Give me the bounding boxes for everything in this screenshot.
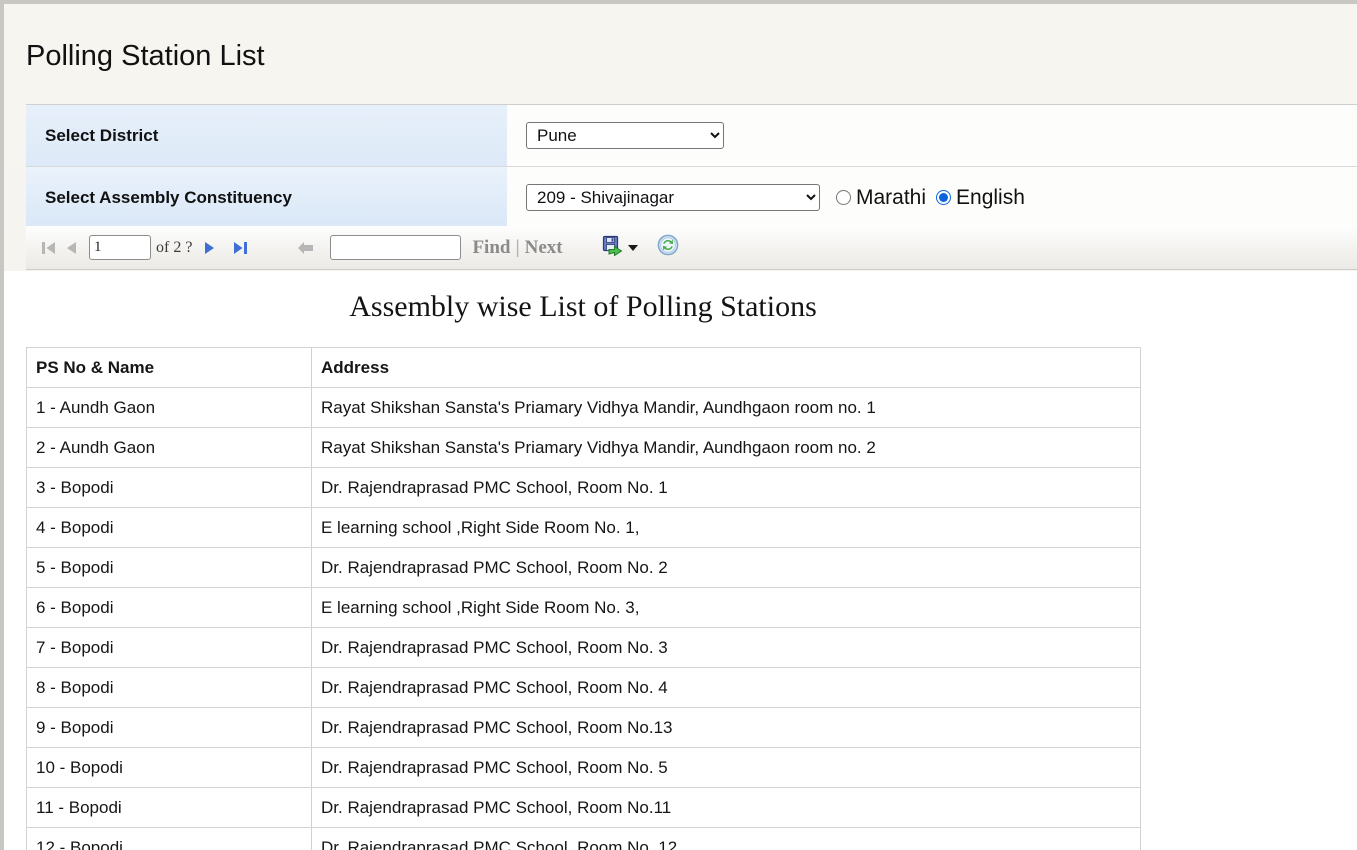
cell-ps-no-name: 12 - Bopodi: [26, 827, 312, 850]
cell-address: Rayat Shikshan Sansta's Priamary Vidhya …: [311, 387, 1141, 428]
parameter-row-district: Select District Pune: [26, 105, 1357, 167]
parameter-label-district: Select District: [26, 105, 507, 166]
find-next-separator: |: [515, 236, 520, 258]
cell-address: Dr. Rajendraprasad PMC School, Room No. …: [311, 827, 1141, 850]
table-body: 1 - Aundh Gaon Rayat Shikshan Sansta's Pr…: [26, 387, 1141, 850]
cell-ps-no-name: 10 - Bopodi: [26, 747, 312, 788]
page-title: Polling Station List: [26, 40, 265, 72]
page-number-input[interactable]: [89, 235, 151, 260]
find-text-input[interactable]: [330, 235, 462, 260]
language-label-english: English: [956, 185, 1025, 209]
cell-address: E learning school ,Right Side Room No. 1…: [311, 507, 1141, 548]
cell-address: Rayat Shikshan Sansta's Priamary Vidhya …: [311, 427, 1141, 468]
table-row: 3 - Bopodi Dr. Rajendraprasad PMC School,…: [26, 467, 1141, 508]
language-option-english[interactable]: English: [936, 186, 1025, 210]
language-radio-marathi[interactable]: [836, 190, 851, 205]
column-header-ps-no-name: PS No & Name: [26, 347, 312, 388]
table-row: 10 - Bopodi Dr. Rajendraprasad PMC School…: [26, 747, 1141, 788]
report-heading: Assembly wise List of Polling Stations: [349, 290, 817, 323]
browser-page-frame: Polling Station List Select District Pun…: [0, 0, 1357, 850]
refresh-icon: [657, 234, 679, 261]
find-button[interactable]: Find: [472, 237, 510, 259]
cell-ps-no-name: 8 - Bopodi: [26, 667, 312, 708]
district-select[interactable]: Pune: [526, 122, 724, 149]
cell-address: Dr. Rajendraprasad PMC School, Room No.1…: [311, 787, 1141, 828]
language-radio-group: Marathi English: [836, 186, 1025, 210]
cell-ps-no-name: 7 - Bopodi: [26, 627, 312, 668]
table-row: 1 - Aundh Gaon Rayat Shikshan Sansta's Pr…: [26, 387, 1141, 428]
export-caret-icon: [627, 244, 638, 251]
constituency-select[interactable]: 209 - Shivajinagar: [526, 184, 820, 211]
table-row: 9 - Bopodi Dr. Rajendraprasad PMC School,…: [26, 707, 1141, 748]
table-row: 12 - Bopodi Dr. Rajendraprasad PMC School…: [26, 827, 1141, 850]
cell-ps-no-name: 4 - Bopodi: [26, 507, 312, 548]
last-page-icon[interactable]: [230, 235, 252, 261]
page-count-label: of 2 ?: [156, 238, 193, 256]
polling-stations-table: PS No & Name Address 1 - Aundh Gaon Rayat…: [26, 347, 1141, 850]
page-canvas: Polling Station List Select District Pun…: [4, 4, 1357, 850]
cell-address: Dr. Rajendraprasad PMC School, Room No. …: [311, 467, 1141, 508]
parameter-field-district: Pune: [507, 105, 1357, 166]
first-page-icon[interactable]: [38, 235, 60, 261]
next-page-icon[interactable]: [198, 235, 220, 261]
cell-ps-no-name: 11 - Bopodi: [26, 787, 312, 828]
language-label-marathi: Marathi: [856, 185, 927, 209]
parameter-field-constituency: 209 - Shivajinagar Marathi English: [507, 167, 1357, 228]
back-to-parent-icon[interactable]: [294, 235, 316, 261]
column-header-address: Address: [311, 347, 1141, 388]
cell-address: Dr. Rajendraprasad PMC School, Room No. …: [311, 667, 1141, 708]
report-content-area: Assembly wise List of Polling Stations P…: [4, 271, 1357, 850]
cell-address: E learning school ,Right Side Room No. 3…: [311, 587, 1141, 628]
cell-address: Dr. Rajendraprasad PMC School, Room No. …: [311, 747, 1141, 788]
cell-ps-no-name: 5 - Bopodi: [26, 547, 312, 588]
cell-ps-no-name: 1 - Aundh Gaon: [26, 387, 312, 428]
cell-ps-no-name: 6 - Bopodi: [26, 587, 312, 628]
cell-ps-no-name: 3 - Bopodi: [26, 467, 312, 508]
table-header-row: PS No & Name Address: [26, 347, 1141, 388]
report-viewer-toolbar: of 2 ? Find | Nex: [26, 226, 1357, 270]
language-option-marathi[interactable]: Marathi: [836, 186, 926, 210]
table-row: 11 - Bopodi Dr. Rajendraprasad PMC School…: [26, 787, 1141, 828]
table-row: 5 - Bopodi Dr. Rajendraprasad PMC School,…: [26, 547, 1141, 588]
refresh-button[interactable]: [657, 234, 679, 261]
export-save-icon: [602, 235, 623, 261]
table-row: 8 - Bopodi Dr. Rajendraprasad PMC School,…: [26, 667, 1141, 708]
parameter-row-constituency: Select Assembly Constituency 209 - Shiva…: [26, 167, 1357, 229]
find-next-button[interactable]: Next: [525, 237, 563, 259]
cell-ps-no-name: 2 - Aundh Gaon: [26, 427, 312, 468]
table-row: 2 - Aundh Gaon Rayat Shikshan Sansta's Pr…: [26, 427, 1141, 468]
cell-address: Dr. Rajendraprasad PMC School, Room No. …: [311, 627, 1141, 668]
parameter-label-constituency: Select Assembly Constituency: [26, 167, 507, 228]
cell-address: Dr. Rajendraprasad PMC School, Room No. …: [311, 547, 1141, 588]
report-parameters-panel: Select District Pune Select Assembly Con…: [26, 104, 1357, 229]
previous-page-icon[interactable]: [60, 235, 82, 261]
find-next-controls: Find | Next: [472, 237, 562, 259]
cell-ps-no-name: 9 - Bopodi: [26, 707, 312, 748]
export-menu-button[interactable]: [602, 235, 638, 261]
table-row: 7 - Bopodi Dr. Rajendraprasad PMC School,…: [26, 627, 1141, 668]
table-row: 6 - Bopodi E learning school ,Right Side …: [26, 587, 1141, 628]
cell-address: Dr. Rajendraprasad PMC School, Room No.1…: [311, 707, 1141, 748]
language-radio-english[interactable]: [936, 190, 952, 205]
table-row: 4 - Bopodi E learning school ,Right Side …: [26, 507, 1141, 548]
